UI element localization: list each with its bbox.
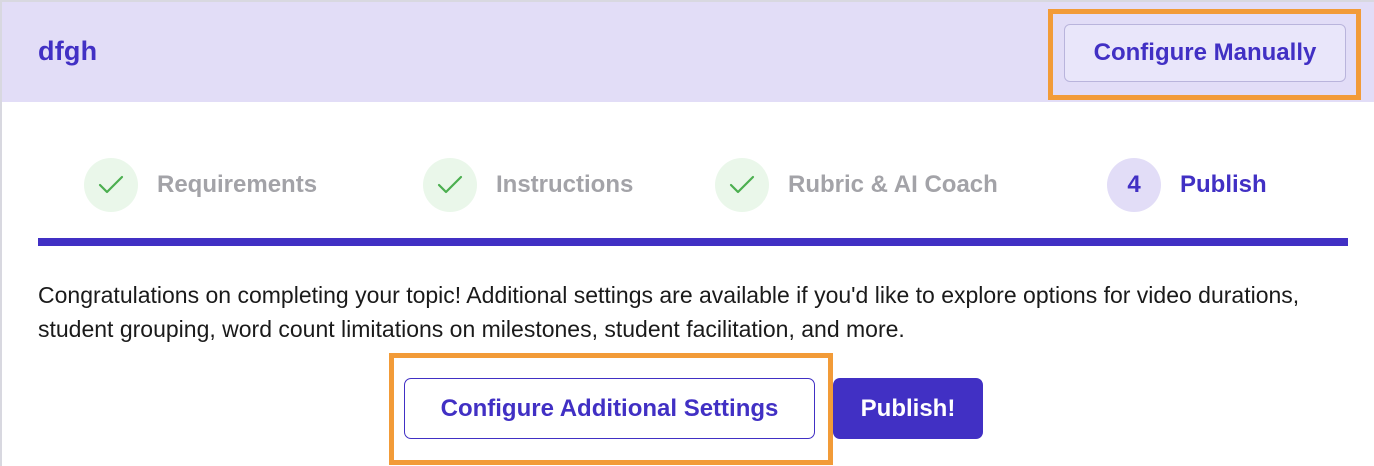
configure-additional-settings-button[interactable]: Configure Additional Settings	[404, 378, 815, 439]
topic-title: dfgh	[38, 36, 98, 66]
step-label: Instructions	[496, 171, 634, 198]
step-instructions[interactable]: Instructions	[423, 157, 633, 213]
check-icon	[423, 158, 477, 212]
step-requirements[interactable]: Requirements	[84, 157, 317, 213]
stepper: Requirements Instructions Rubric & AI Co…	[2, 157, 1374, 213]
publish-page: dfgh Configure Manually Requirements Ins…	[0, 0, 1374, 466]
step-number: 4	[1107, 158, 1161, 212]
progress-bar	[38, 238, 1348, 246]
check-icon	[84, 158, 138, 212]
step-rubric-ai-coach[interactable]: Rubric & AI Coach	[715, 157, 998, 213]
check-icon	[715, 158, 769, 212]
step-label: Rubric & AI Coach	[788, 171, 998, 198]
configure-manually-button[interactable]: Configure Manually	[1064, 24, 1346, 82]
progress-fill	[38, 238, 1348, 246]
step-label: Requirements	[157, 171, 318, 198]
publish-button[interactable]: Publish!	[833, 378, 983, 439]
step-label: Publish	[1180, 171, 1267, 198]
step-publish[interactable]: 4 Publish	[1107, 157, 1267, 213]
completion-message: Congratulations on completing your topic…	[38, 282, 1300, 342]
